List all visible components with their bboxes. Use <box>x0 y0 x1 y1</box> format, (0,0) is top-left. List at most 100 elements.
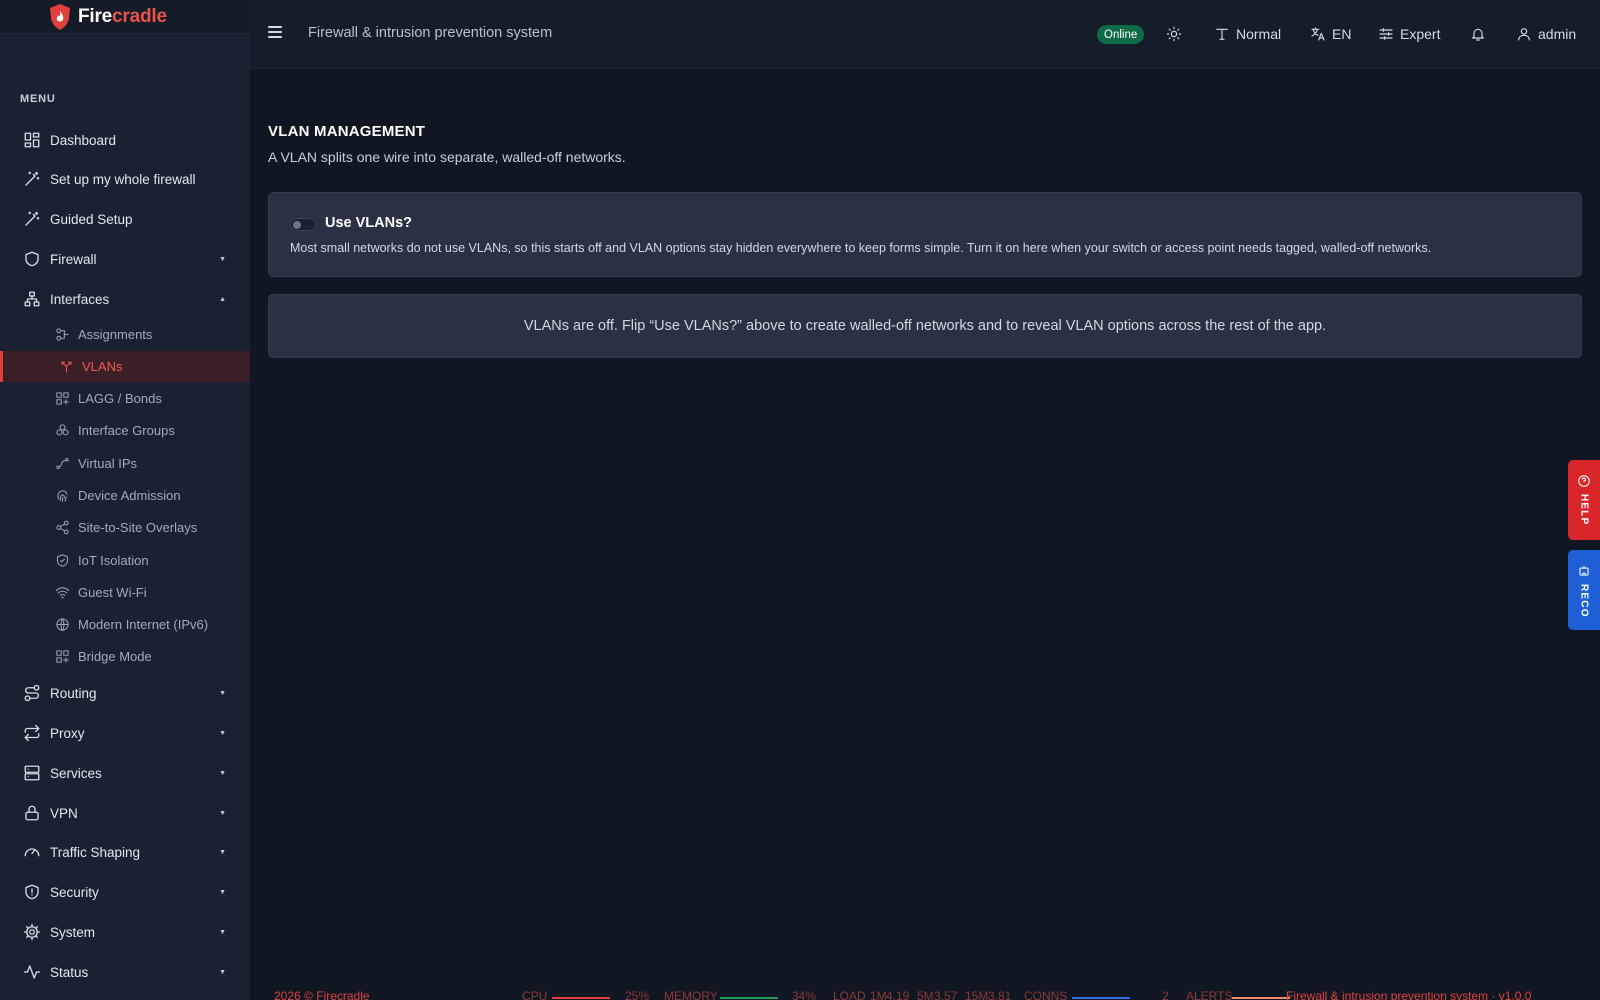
footer-copyright: 2026 © Firecradle <box>274 989 370 1000</box>
status-badge: Online <box>1097 25 1145 44</box>
sidebar-subitem-vlans[interactable]: VLANs <box>0 351 250 382</box>
shield-check-icon <box>55 553 70 568</box>
chevron-down-icon: ▼ <box>219 809 226 817</box>
sidebar-subitem-label: Assignments <box>78 327 153 342</box>
gear-icon <box>23 923 41 941</box>
top-bar: Firewall & intrusion prevention system O… <box>250 0 1600 69</box>
conns-label: CONNS <box>1024 989 1068 1000</box>
sidebar-item-interfaces[interactable]: Interfaces ▲ <box>0 281 250 317</box>
hamburger-menu-icon[interactable] <box>268 26 282 40</box>
help-icon <box>1578 475 1590 487</box>
firecradle-logo-icon <box>50 3 70 30</box>
sidebar-item-routing[interactable]: Routing ▼ <box>0 675 250 711</box>
mode-button[interactable]: Expert <box>1378 22 1440 46</box>
sidebar-subitem-bridge-mode[interactable]: Bridge Mode <box>0 641 250 672</box>
brand[interactable]: Firecradle <box>0 0 250 34</box>
user-label: admin <box>1538 26 1577 42</box>
sidebar-subitem-device-admission[interactable]: Device Admission <box>0 480 250 511</box>
use-vlans-label: Use VLANs? <box>325 215 413 231</box>
sidebar-item-label: Firewall <box>50 251 97 267</box>
app-title: Firewall & intrusion prevention system <box>308 25 553 41</box>
memory-value: 34% <box>792 989 817 1000</box>
vip-icon <box>55 456 70 471</box>
sidebar-subitem-virtual-ips[interactable]: Virtual IPs <box>0 448 250 479</box>
sidebar-subitem-lagg-bonds[interactable]: LAGG / Bonds <box>0 383 250 414</box>
load-5m-label: 5M <box>917 989 934 1000</box>
sidebar-subitem-label: Virtual IPs <box>78 456 138 471</box>
memory-sparkline <box>720 997 778 999</box>
load-1m-value: 4.19 <box>886 989 910 1000</box>
chevron-down-icon: ▼ <box>219 928 226 936</box>
sidebar-subitem-interface-groups[interactable]: Interface Groups <box>0 415 250 446</box>
sidebar-item-proxy[interactable]: Proxy ▼ <box>0 715 250 751</box>
wifi-icon <box>55 585 70 600</box>
sidebar-subitem-site-to-site[interactable]: Site-to-Site Overlays <box>0 512 250 543</box>
brand-suffix: cradle <box>112 5 167 27</box>
chevron-down-icon: ▼ <box>219 255 226 263</box>
reco-button[interactable]: RECO <box>1568 550 1600 630</box>
pulse-icon <box>23 963 41 981</box>
sidebar-item-setup-firewall[interactable]: Set up my whole firewall <box>0 161 250 197</box>
toggle-knob <box>293 221 301 229</box>
sidebar-item-label: Dashboard <box>50 132 117 148</box>
sidebar-item-label: Set up my whole firewall <box>50 171 196 187</box>
sidebar-item-label: Interfaces <box>50 291 110 307</box>
sidebar-item-traffic-shaping[interactable]: Traffic Shaping ▼ <box>0 834 250 870</box>
dashboard-icon <box>23 131 41 149</box>
network-icon <box>23 290 41 308</box>
load-15m-label: 15M <box>965 989 989 1000</box>
sidebar-subitem-ipv6[interactable]: Modern Internet (IPv6) <box>0 609 250 640</box>
robot-icon <box>1579 565 1589 576</box>
lock-icon <box>23 804 41 822</box>
text-size-label: Normal <box>1236 26 1282 42</box>
sidebar-item-system[interactable]: System ▼ <box>0 914 250 950</box>
sidebar-item-guided-setup[interactable]: Guided Setup <box>0 201 250 237</box>
conns-value: 2 <box>1162 989 1169 1000</box>
sidebar-item-vpn[interactable]: VPN ▼ <box>0 795 250 831</box>
sidebar-item-firewall[interactable]: Firewall ▼ <box>0 241 250 277</box>
sidebar-item-security[interactable]: Security ▼ <box>0 874 250 910</box>
server-icon <box>23 764 41 782</box>
conns-sparkline <box>1072 997 1130 999</box>
sidebar-item-label: Security <box>50 884 99 900</box>
arrows-icon <box>23 724 41 742</box>
mode-label: Expert <box>1400 26 1441 42</box>
sidebar-subitem-assignments[interactable]: Assignments <box>0 319 250 350</box>
use-vlans-toggle[interactable] <box>290 218 316 231</box>
load-1m-label: 1M <box>870 989 887 1000</box>
sidebar-item-status[interactable]: Status ▼ <box>0 954 250 990</box>
theme-toggle-button[interactable] <box>1166 22 1182 46</box>
cpu-value: 25% <box>625 989 650 1000</box>
wand-icon <box>23 210 41 228</box>
text-size-button[interactable]: Normal <box>1214 22 1281 46</box>
route-icon <box>23 684 41 702</box>
language-button[interactable]: EN <box>1310 22 1351 46</box>
page-title: VLAN MANAGEMENT <box>268 123 426 140</box>
sidebar-item-services[interactable]: Services ▼ <box>0 755 250 791</box>
sun-icon <box>1166 26 1182 42</box>
translate-icon <box>1311 27 1325 41</box>
sidebar-subitem-label: Interface Groups <box>78 423 175 438</box>
sidebar: Firecradle MENU Dashboard Set up my whol… <box>0 0 250 1000</box>
cpu-sparkline <box>552 997 610 999</box>
share-icon <box>55 520 70 535</box>
sliders-icon <box>1379 28 1393 40</box>
user-menu-button[interactable]: admin <box>1516 22 1576 46</box>
gauge-icon <box>23 843 41 861</box>
alerts-label: ALERTS <box>1186 989 1233 1000</box>
help-button[interactable]: HELP <box>1568 460 1600 540</box>
footer-version: Firewall & intrusion prevention system ·… <box>1286 989 1532 1000</box>
load-15m-value: 3.81 <box>988 989 1012 1000</box>
sidebar-subitem-iot-isolation[interactable]: IoT Isolation <box>0 545 250 576</box>
vlan-toggle-card: Use VLANs? Most small networks do not us… <box>268 192 1582 277</box>
sidebar-item-label: VPN <box>50 805 78 821</box>
group-icon <box>55 423 70 438</box>
notifications-button[interactable] <box>1470 22 1486 46</box>
vlan-icon <box>59 359 74 374</box>
language-label: EN <box>1332 26 1352 42</box>
bell-icon <box>1472 28 1484 41</box>
brand-prefix: Fire <box>78 5 113 27</box>
sidebar-subitem-label: Modern Internet (IPv6) <box>78 617 209 632</box>
sidebar-subitem-guest-wifi[interactable]: Guest Wi-Fi <box>0 577 250 608</box>
sidebar-item-dashboard[interactable]: Dashboard <box>0 122 250 158</box>
